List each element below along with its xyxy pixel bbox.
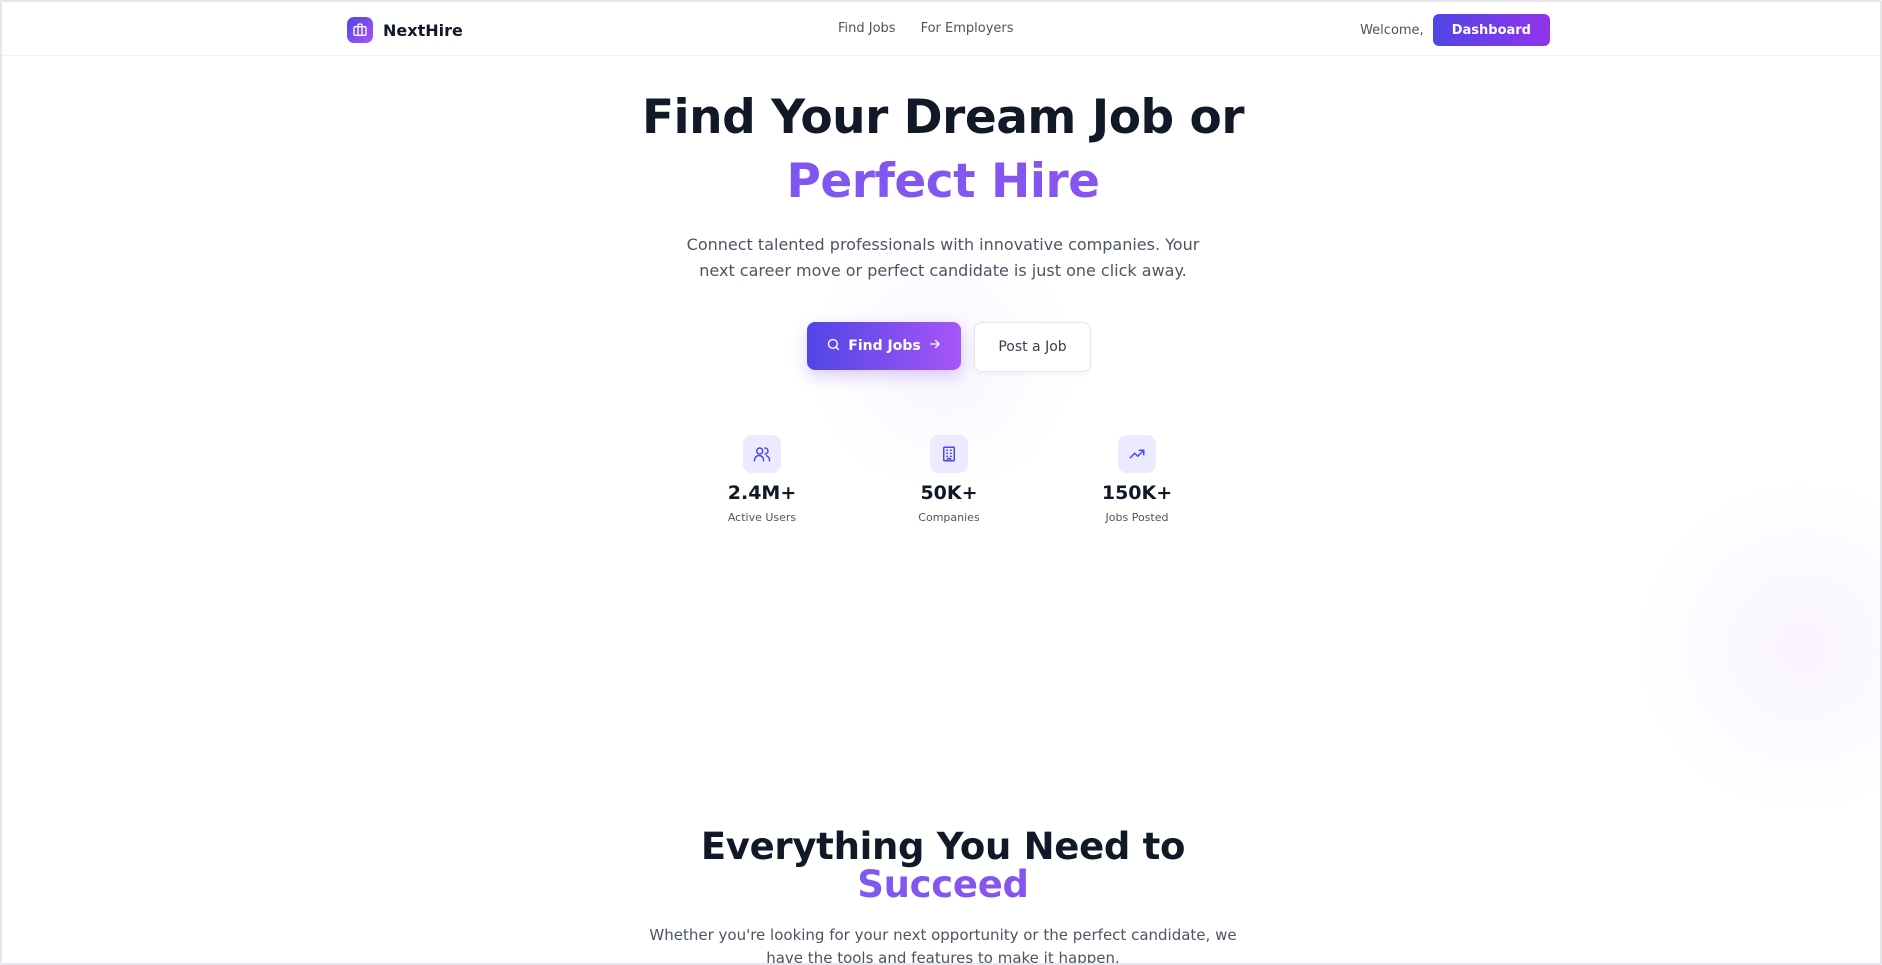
arrow-right-icon [928, 337, 942, 355]
hero-subtitle: Connect talented professionals with inno… [686, 235, 1200, 280]
nav-user-area: Welcome, Dashboard [1360, 14, 1550, 46]
stat-label: Companies [918, 511, 980, 524]
hero-title-highlight: Perfect Hire [2, 154, 1880, 209]
brand-name: NextHire [383, 20, 463, 40]
stat-value: 2.4M+ [727, 482, 797, 504]
stat-companies: 50K+ Companies [869, 435, 1029, 524]
features-title-highlight: Succeed [2, 863, 1880, 906]
briefcase-icon [347, 17, 373, 43]
top-nav: NextHire Find Jobs For Employers Welcome… [2, 2, 1880, 56]
dashboard-button[interactable]: Dashboard [1432, 14, 1550, 46]
find-jobs-button[interactable]: Find Jobs [807, 322, 961, 370]
nav-links: Find Jobs For Employers [838, 21, 1014, 36]
search-icon [826, 337, 841, 356]
welcome-text: Welcome, [1360, 22, 1424, 38]
find-jobs-label: Find Jobs [848, 338, 921, 354]
stat-value: 150K+ [1101, 482, 1173, 504]
background-glow [1622, 482, 1880, 812]
brand[interactable]: NextHire [347, 17, 463, 43]
nav-link-find-jobs[interactable]: Find Jobs [838, 21, 896, 36]
hero-title: Find Your Dream Job or [641, 90, 1245, 145]
features-subtitle: Whether you're looking for your next opp… [649, 926, 1237, 965]
nav-link-for-employers[interactable]: For Employers [921, 21, 1014, 36]
building-icon [930, 435, 968, 473]
hero-actions: Find Jobs Post a Job [807, 322, 1091, 372]
stat-value: 50K+ [920, 482, 978, 504]
trending-up-icon [1118, 435, 1156, 473]
users-icon [743, 435, 781, 473]
stat-label: Jobs Posted [1105, 511, 1169, 524]
stat-jobs-posted: 150K+ Jobs Posted [1057, 435, 1217, 524]
stat-active-users: 2.4M+ Active Users [682, 435, 842, 524]
features-title: Everything You Need to [700, 825, 1186, 868]
stat-label: Active Users [727, 511, 797, 524]
page: NextHire Find Jobs For Employers Welcome… [0, 0, 1882, 965]
post-job-button[interactable]: Post a Job [974, 322, 1091, 372]
